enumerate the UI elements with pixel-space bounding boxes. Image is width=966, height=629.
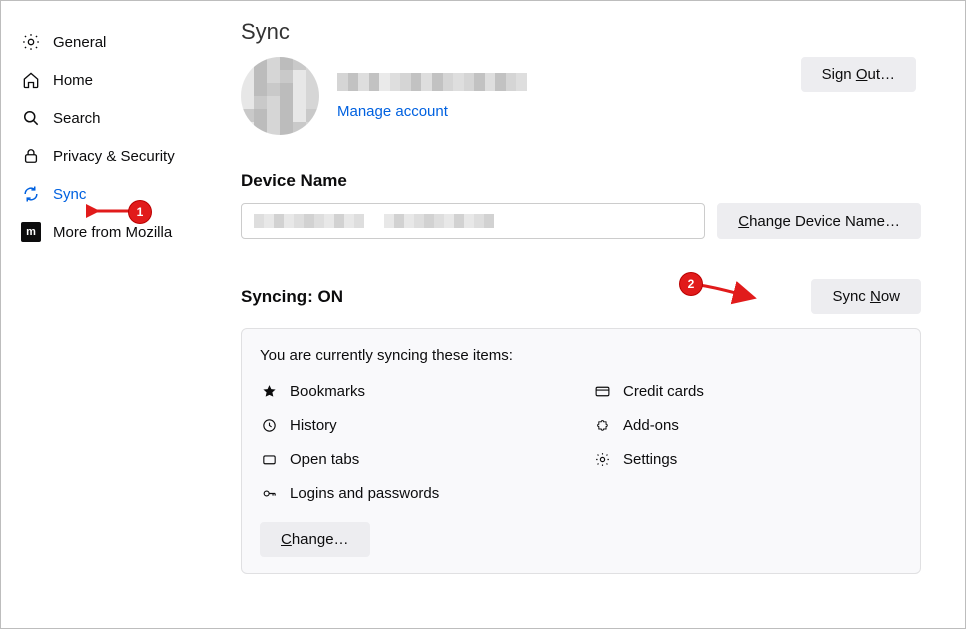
avatar [241, 57, 319, 135]
home-icon [21, 70, 41, 90]
sync-item-opentabs: Open tabs [260, 450, 569, 468]
device-row: Change Device Name… [241, 203, 921, 239]
sidebar-item-general[interactable]: General [15, 25, 215, 59]
sidebar-item-label: Home [53, 72, 93, 89]
tab-icon [260, 450, 278, 468]
change-sync-items-button[interactable]: Change… [260, 522, 370, 557]
sync-item-history: History [260, 416, 569, 434]
sync-item-settings: Settings [593, 450, 902, 468]
star-icon [260, 382, 278, 400]
annotation-badge-2: 2 [680, 273, 702, 295]
annotation-badge-1: 1 [129, 201, 151, 223]
lock-icon [21, 146, 41, 166]
sync-item-addons: Add-ons [593, 416, 902, 434]
sync-items-box: You are currently syncing these items: B… [241, 328, 921, 574]
device-name-header: Device Name [241, 171, 921, 191]
sync-item-creditcards: Credit cards [593, 382, 902, 400]
change-device-name-button[interactable]: Change Device Name… [717, 203, 921, 239]
sync-items-grid: Bookmarks Credit cards History Add-ons [260, 382, 902, 502]
sync-item-label: Settings [623, 451, 677, 468]
device-name-redacted [254, 214, 494, 228]
manage-account-link[interactable]: Manage account [337, 103, 448, 120]
sync-status-label: Syncing: ON [241, 287, 343, 307]
sync-item-logins: Logins and passwords [260, 484, 569, 502]
sidebar-item-search[interactable]: Search [15, 101, 215, 135]
account-info: Manage account [337, 73, 527, 120]
sync-now-button[interactable]: Sync Now [811, 279, 921, 314]
sidebar-item-label: Privacy & Security [53, 148, 175, 165]
sync-item-label: History [290, 417, 337, 434]
puzzle-icon [593, 416, 611, 434]
sidebar-item-home[interactable]: Home [15, 63, 215, 97]
sync-item-label: Open tabs [290, 451, 359, 468]
account-row: Manage account Sign Out… [241, 57, 921, 135]
sync-items-intro: You are currently syncing these items: [260, 347, 902, 364]
key-icon [260, 484, 278, 502]
annotation-arrow-2 [695, 279, 757, 305]
page-title: Sync [241, 19, 921, 45]
sidebar-item-label: More from Mozilla [53, 224, 172, 241]
mozilla-icon: m [21, 222, 41, 242]
search-icon [21, 108, 41, 128]
main-content: Sync Manage account Sign Out… [241, 19, 921, 574]
sync-item-bookmarks: Bookmarks [260, 382, 569, 400]
account-email-redacted [337, 73, 527, 91]
sidebar-item-label: Search [53, 110, 101, 127]
sign-out-button[interactable]: Sign Out… [801, 57, 916, 92]
gear-icon [21, 32, 41, 52]
sidebar-item-label: General [53, 34, 106, 51]
sync-item-label: Credit cards [623, 383, 704, 400]
sidebar-item-label: Sync [53, 186, 86, 203]
clock-icon [260, 416, 278, 434]
sync-item-label: Add-ons [623, 417, 679, 434]
gear-icon [593, 450, 611, 468]
sync-item-label: Logins and passwords [290, 485, 439, 502]
sidebar-item-privacy[interactable]: Privacy & Security [15, 139, 215, 173]
avatar-pixelated [241, 57, 319, 135]
sync-item-label: Bookmarks [290, 383, 365, 400]
sync-status-row: Syncing: ON Sync Now [241, 279, 921, 314]
credit-card-icon [593, 382, 611, 400]
settings-frame: General Home Search Privacy & Security S… [0, 0, 966, 629]
sync-icon [21, 184, 41, 204]
device-name-input[interactable] [241, 203, 705, 239]
